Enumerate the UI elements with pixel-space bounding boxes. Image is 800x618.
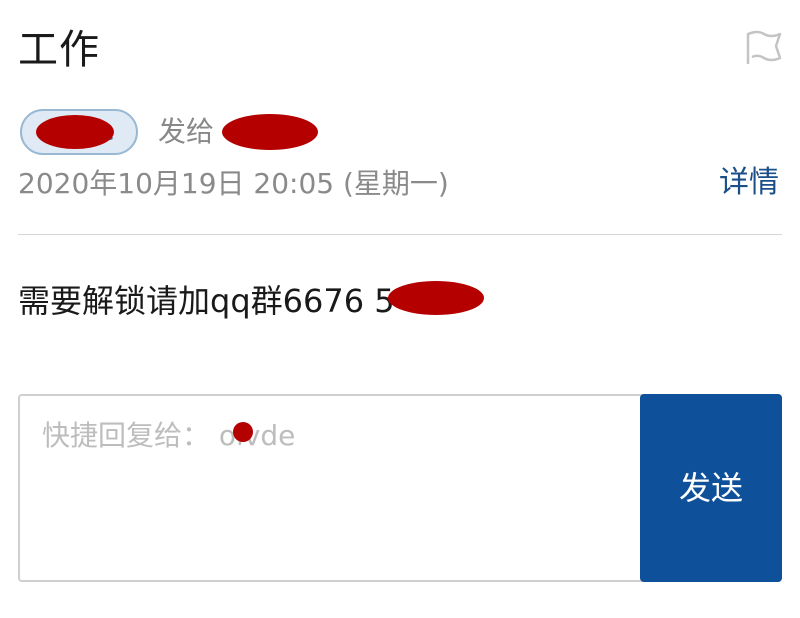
redaction-mark: [36, 115, 114, 149]
email-subject: 工作: [18, 27, 100, 73]
email-body: 需要解锁请加qq群6676 5: [18, 282, 395, 320]
details-link[interactable]: 详情: [719, 163, 779, 203]
to-label: 发给: [158, 115, 215, 148]
quick-reply-input[interactable]: [40, 412, 634, 566]
send-button[interactable]: 发送: [640, 394, 782, 582]
redaction-mark: [233, 422, 253, 442]
redaction-mark: [388, 281, 484, 315]
flag-icon[interactable]: [742, 28, 784, 66]
redaction-mark: [222, 114, 318, 150]
divider: [18, 234, 782, 235]
email-timestamp: 2020年10月19日 20:05 (星期一): [18, 167, 449, 200]
